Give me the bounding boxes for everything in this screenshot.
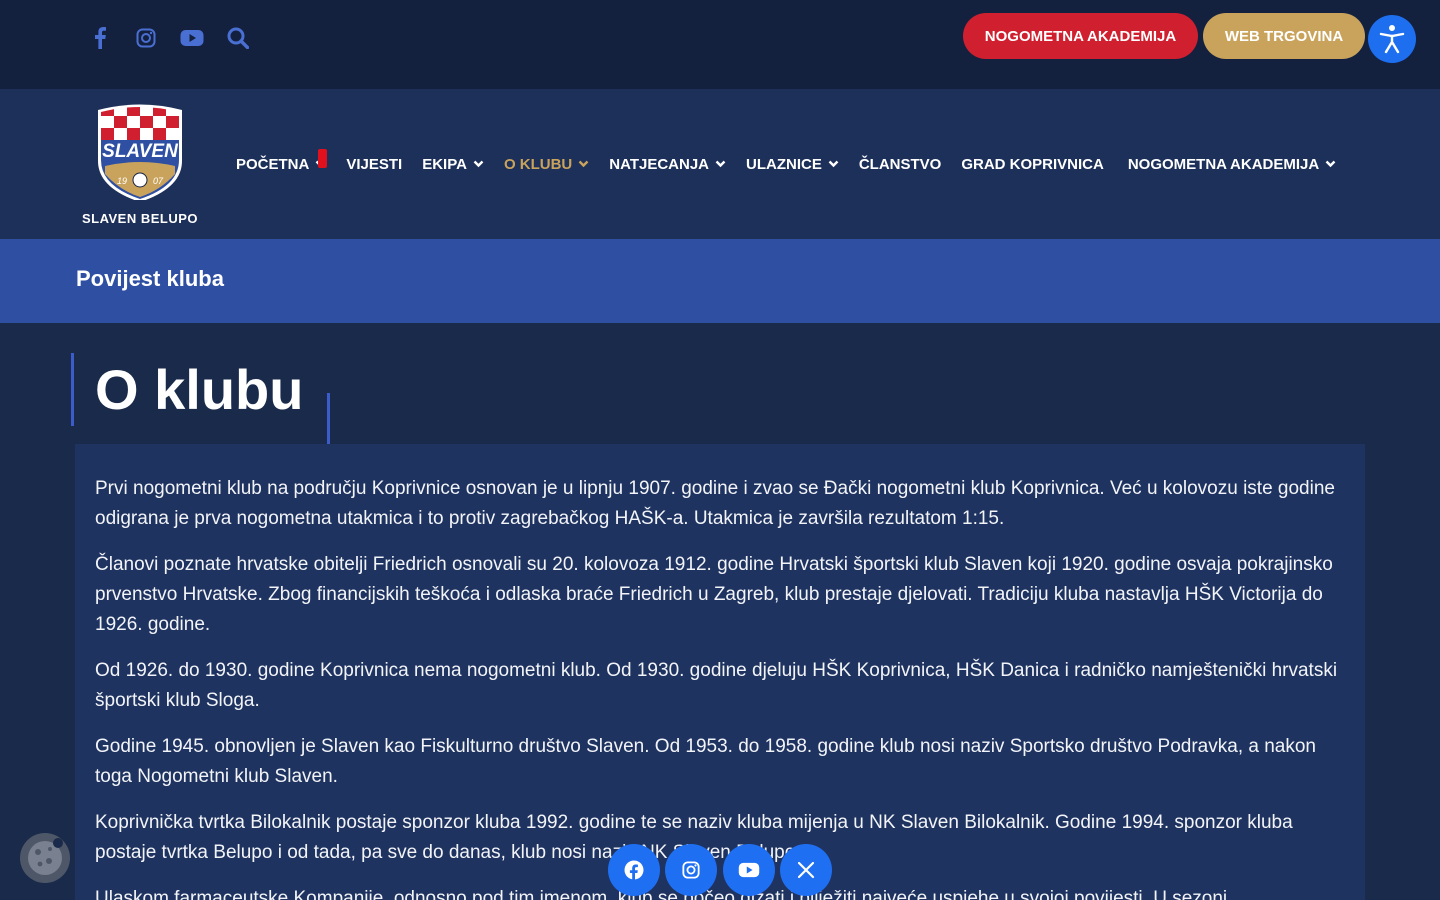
nav-label: EKIPA (422, 155, 467, 173)
nav-label: ULAZNICE (746, 155, 822, 173)
club-logo[interactable]: SLAVEN 19 07 SLAVEN BELUPO (75, 104, 205, 226)
article-paragraph: Članovi poznate hrvatske obitelji Friedr… (95, 554, 1333, 635)
nav-item-nogometna-akademija[interactable]: NOGOMETNA AKADEMIJA (1128, 156, 1336, 173)
chevron-down-icon (578, 160, 589, 168)
cookie-icon (28, 838, 63, 875)
main-menu: POČETNA VIJESTI EKIPA O KLUBU NATJECANJA… (236, 89, 1336, 239)
nav-item-grad-koprivnica[interactable]: GRAD KOPRIVNICA (961, 156, 1104, 173)
instagram-icon (682, 861, 700, 879)
article-paragraph: Koprivnička tvrtka Bilokalnik postaje sp… (95, 812, 1293, 863)
page-title: O klubu (95, 358, 304, 421)
club-crest: SLAVEN 19 07 (98, 104, 182, 200)
crest-year-right: 07 (153, 176, 164, 186)
instagram-icon[interactable] (134, 26, 158, 50)
facebook-icon[interactable] (88, 26, 112, 50)
nav-item-natjecanja[interactable]: NATJECANJA (609, 156, 726, 173)
nav-item-ulaznice[interactable]: ULAZNICE (746, 156, 839, 173)
search-icon[interactable] (226, 26, 250, 50)
article-paragraph: Godine 1945. obnovljen je Slaven kao Fis… (95, 736, 1316, 787)
nav-label: ČLANSTVO (858, 155, 942, 173)
youtube-icon (738, 862, 760, 878)
cookie-settings-button[interactable] (20, 833, 70, 883)
youtube-icon[interactable] (180, 26, 204, 50)
share-facebook-button[interactable] (608, 844, 660, 896)
chevron-down-icon (715, 160, 726, 168)
crest-name: SLAVEN (102, 141, 179, 162)
article-paragraph: Od 1926. do 1930. godine Koprivnica nema… (95, 660, 1338, 711)
social-links (88, 26, 272, 50)
accessibility-button[interactable] (1368, 15, 1416, 63)
academy-button[interactable]: NOGOMETNA AKADEMIJA (963, 13, 1198, 59)
web-shop-button[interactable]: WEB TRGOVINA (1203, 13, 1365, 59)
top-bar: NOGOMETNA AKADEMIJA WEB TRGOVINA (0, 0, 1440, 89)
club-name: SLAVEN BELUPO (81, 211, 199, 226)
notification-badge (318, 148, 327, 168)
main-navbar: SLAVEN 19 07 SLAVEN BELUPO POČETNA VIJES… (0, 89, 1440, 239)
crest-year-left: 19 (117, 176, 127, 186)
share-instagram-button[interactable] (665, 844, 717, 896)
nav-label: NOGOMETNA AKADEMIJA (1127, 155, 1320, 173)
nav-label: POČETNA (236, 155, 310, 173)
nav-label: GRAD KOPRIVNICA (961, 155, 1104, 173)
share-x-button[interactable] (780, 844, 832, 896)
article-paragraph: Prvi nogometni klub na području Koprivni… (95, 478, 1335, 529)
chevron-down-icon (1325, 160, 1336, 168)
chevron-down-icon (828, 160, 839, 168)
nav-label: O KLUBU (503, 155, 573, 173)
nav-item-ekipa[interactable]: EKIPA (422, 156, 484, 173)
facebook-icon (624, 860, 644, 880)
nav-label: NATJECANJA (609, 155, 709, 173)
page-subheader: Povijest kluba (0, 239, 1440, 323)
share-youtube-button[interactable] (723, 844, 775, 896)
nav-item-vijesti[interactable]: VIJESTI (346, 156, 402, 173)
x-icon (797, 861, 815, 879)
heading-block: O klubu (71, 353, 303, 426)
page-subtitle: Povijest kluba (76, 266, 224, 291)
nav-item-o-klubu[interactable]: O KLUBU (504, 156, 589, 173)
accessibility-icon (1379, 25, 1405, 54)
chevron-down-icon (473, 160, 484, 168)
nav-item-pocetna[interactable]: POČETNA (236, 148, 327, 173)
article-paragraph: Ulaskom farmaceutske Kompanije, odnosno … (95, 888, 1228, 900)
nav-item-clanstvo[interactable]: ČLANSTVO (859, 156, 942, 173)
article-card: Prvi nogometni klub na području Koprivni… (75, 444, 1365, 900)
nav-label: VIJESTI (346, 155, 403, 173)
main-content: O klubu Prvi nogometni klub na području … (0, 323, 1440, 900)
